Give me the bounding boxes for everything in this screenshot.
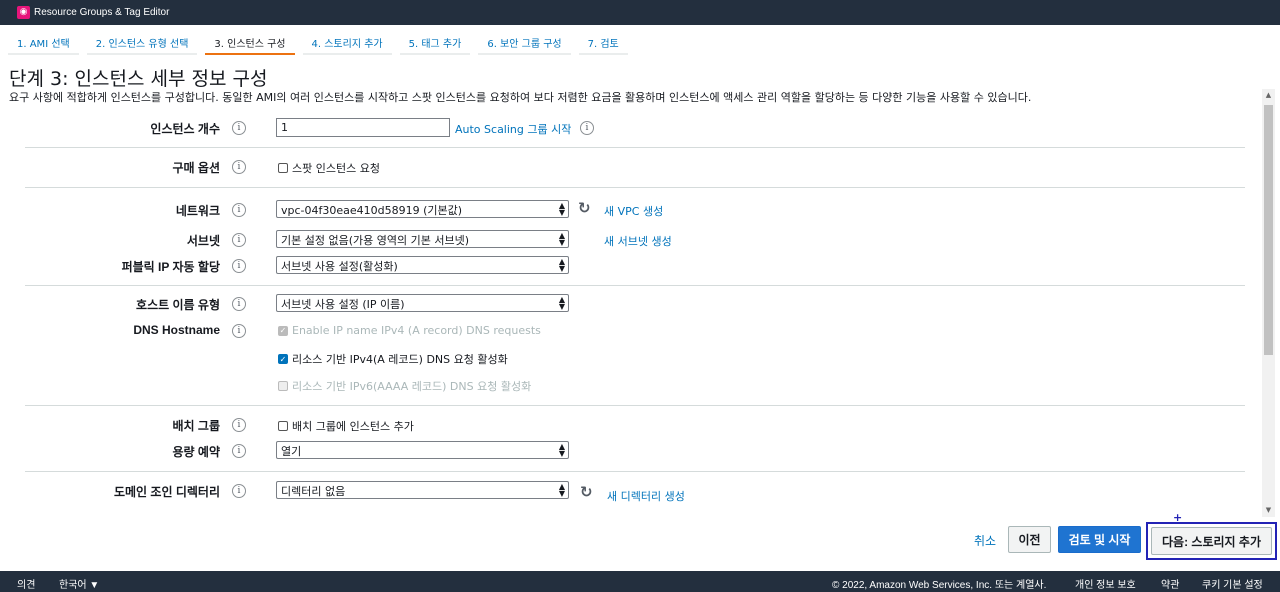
resource-ipv4-checkbox[interactable]: ✓ 리소스 기반 IPv4(A 레코드) DNS 요청 활성화 <box>278 351 508 367</box>
step-security-group[interactable]: 6. 보안 그룹 구성 <box>478 29 571 55</box>
footer: 의견 한국어 ▼ © 2022, Amazon Web Services, In… <box>0 571 1280 592</box>
step-add-storage[interactable]: 4. 스토리지 추가 <box>302 29 392 55</box>
info-icon[interactable]: i <box>232 484 246 498</box>
select-caret-icon: ▲ ▼ <box>558 442 565 458</box>
previous-button[interactable]: 이전 <box>1008 526 1051 553</box>
domain-join-label: 도메인 조인 디렉터리 <box>113 485 220 499</box>
scrollbar[interactable]: ▲ ▼ <box>1262 89 1275 517</box>
select-caret-icon: ▲ ▼ <box>558 201 565 217</box>
resource-ipv6-checkbox: 리소스 기반 IPv6(AAAA 레코드) DNS 요청 활성화 <box>278 378 531 394</box>
step-review[interactable]: 7. 검토 <box>578 29 628 55</box>
public-ip-select[interactable]: 서브넷 사용 설정(활성화) ▲ ▼ <box>276 256 569 274</box>
row-capacity-reservation: 용량 예약 i 열기 ▲ ▼ <box>0 440 1262 462</box>
auto-scaling-link[interactable]: Auto Scaling 그룹 시작 <box>455 121 571 137</box>
info-icon[interactable]: i <box>232 324 246 338</box>
capacity-reservation-select[interactable]: 열기 ▲ ▼ <box>276 441 569 459</box>
network-select[interactable]: vpc-04f30eae410d58919 (기본값) ▲ ▼ <box>276 200 569 218</box>
info-icon[interactable]: i <box>232 444 246 458</box>
info-icon[interactable]: i <box>232 160 246 174</box>
hostname-type-select[interactable]: 서브넷 사용 설정 (IP 이름) ▲ ▼ <box>276 294 569 312</box>
feedback-link[interactable]: 의견 <box>17 576 35 591</box>
form-area: 인스턴스 개수 i 1 Auto Scaling 그룹 시작 i 구매 옵션 i… <box>0 104 1262 518</box>
info-icon[interactable]: i <box>232 233 246 247</box>
next-add-storage-button[interactable]: 다음: 스토리지 추가 <box>1151 527 1272 555</box>
scroll-up-icon[interactable]: ▲ <box>1262 89 1275 102</box>
info-icon[interactable]: i <box>580 121 594 135</box>
subnet-select[interactable]: 기본 설정 없음(가용 영역의 기본 서브넷) ▲ ▼ <box>276 230 569 248</box>
wizard-actions: 취소 이전 검토 및 시작 다음: 스토리지 추가 + <box>0 511 1280 562</box>
copyright: © 2022, Amazon Web Services, Inc. 또는 계열사… <box>832 580 1047 591</box>
divider <box>25 285 1245 286</box>
info-icon[interactable]: i <box>232 297 246 311</box>
capacity-reservation-label: 용량 예약 <box>172 445 221 459</box>
next-button-highlight: 다음: 스토리지 추가 <box>1146 522 1277 560</box>
row-placement-group: 배치 그룹 i 배치 그룹에 인스턴스 추가 <box>0 414 1262 436</box>
select-caret-icon: ▲ ▼ <box>558 295 565 311</box>
divider <box>25 405 1245 406</box>
row-purchase-option: 구매 옵션 i 스팟 인스턴스 요청 <box>0 156 1262 178</box>
row-network: 네트워크 i vpc-04f30eae410d58919 (기본값) ▲ ▼ ↻ … <box>0 199 1262 221</box>
divider <box>25 187 1245 188</box>
placement-group-checkbox[interactable]: 배치 그룹에 인스턴스 추가 <box>278 418 414 434</box>
step-ami[interactable]: 1. AMI 선택 <box>8 29 79 55</box>
ip-name-ipv4-checkbox: ✓ Enable IP name IPv4 (A record) DNS req… <box>278 324 541 337</box>
row-domain-join: 도메인 조인 디렉터리 i 디렉터리 없음 ▲ ▼ ↻ 새 디렉터리 생성 <box>0 480 1262 504</box>
resource-groups-icon: ◉ <box>17 6 30 19</box>
dns-hostname-label: DNS Hostname <box>133 323 220 337</box>
network-label: 네트워크 <box>175 204 220 218</box>
row-subnet: 서브넷 i 기본 설정 없음(가용 영역의 기본 서브넷) ▲ ▼ 새 서브넷 생… <box>0 229 1262 251</box>
row-dns-hostname: DNS Hostname i ✓ Enable IP name IPv4 (A … <box>0 320 1262 342</box>
row-public-ip: 퍼블릭 IP 자동 할당 i 서브넷 사용 설정(활성화) ▲ ▼ <box>0 255 1262 277</box>
terms-link[interactable]: 약관 <box>1161 576 1179 591</box>
divider <box>25 471 1245 472</box>
purchase-option-label: 구매 옵션 <box>172 161 221 175</box>
select-caret-icon: ▲ ▼ <box>558 231 565 247</box>
page-description: 요구 사항에 적합하게 인스턴스를 구성합니다. 동일한 AMI의 여러 인스턴… <box>9 91 1032 104</box>
info-icon[interactable]: i <box>232 259 246 273</box>
select-caret-icon: ▲ ▼ <box>558 482 565 498</box>
language-selector[interactable]: 한국어 ▼ <box>59 576 99 591</box>
app-title: Resource Groups & Tag Editor <box>34 7 170 18</box>
domain-join-select[interactable]: 디렉터리 없음 ▲ ▼ <box>276 481 569 499</box>
public-ip-label: 퍼블릭 IP 자동 할당 <box>121 260 220 274</box>
cursor-crosshair-icon: + <box>1173 511 1183 524</box>
step-configure-instance[interactable]: 3. 인스턴스 구성 <box>205 29 295 55</box>
step-add-tags[interactable]: 5. 태그 추가 <box>399 29 471 55</box>
refresh-icon[interactable]: ↻ <box>580 483 593 501</box>
wizard-steps: 1. AMI 선택 2. 인스턴스 유형 선택 3. 인스턴스 구성 4. 스토… <box>8 29 636 55</box>
cookie-preferences-link[interactable]: 쿠키 기본 설정 <box>1202 576 1263 591</box>
info-icon[interactable]: i <box>232 203 246 217</box>
checkbox-box[interactable] <box>278 163 288 173</box>
scroll-down-icon[interactable]: ▼ <box>1262 504 1275 517</box>
info-icon[interactable]: i <box>232 418 246 432</box>
create-vpc-link[interactable]: 새 VPC 생성 <box>604 203 663 219</box>
review-and-launch-button[interactable]: 검토 및 시작 <box>1058 526 1141 553</box>
checkbox-box[interactable] <box>278 421 288 431</box>
spot-request-checkbox[interactable]: 스팟 인스턴스 요청 <box>278 160 380 176</box>
row-hostname-type: 호스트 이름 유형 i 서브넷 사용 설정 (IP 이름) ▲ ▼ <box>0 293 1262 315</box>
instance-count-label: 인스턴스 개수 <box>150 122 220 136</box>
placement-group-label: 배치 그룹 <box>172 419 221 433</box>
refresh-icon[interactable]: ↻ <box>578 199 591 217</box>
instance-count-input[interactable]: 1 <box>276 118 450 137</box>
top-bar: ◉ Resource Groups & Tag Editor <box>0 0 1280 25</box>
checkbox-box[interactable]: ✓ <box>278 354 288 364</box>
page-title: 단계 3: 인스턴스 세부 정보 구성 <box>9 68 268 90</box>
checkbox-box: ✓ <box>278 325 288 336</box>
privacy-link[interactable]: 개인 정보 보호 <box>1075 576 1136 591</box>
step-instance-type[interactable]: 2. 인스턴스 유형 선택 <box>86 29 198 55</box>
row-instance-count: 인스턴스 개수 i 1 Auto Scaling 그룹 시작 i <box>0 117 1262 139</box>
create-directory-link[interactable]: 새 디렉터리 생성 <box>607 488 685 504</box>
row-dns-ipv6: 리소스 기반 IPv6(AAAA 레코드) DNS 요청 활성화 <box>0 374 1262 396</box>
scroll-thumb[interactable] <box>1264 105 1273 355</box>
info-icon[interactable]: i <box>232 121 246 135</box>
cancel-button[interactable]: 취소 <box>974 532 996 549</box>
divider <box>25 147 1245 148</box>
row-dns-ipv4: ✓ 리소스 기반 IPv4(A 레코드) DNS 요청 활성화 <box>0 347 1262 369</box>
hostname-type-label: 호스트 이름 유형 <box>136 298 220 312</box>
checkbox-box <box>278 381 288 391</box>
select-caret-icon: ▲ ▼ <box>558 257 565 273</box>
subnet-label: 서브넷 <box>186 234 220 248</box>
create-subnet-link[interactable]: 새 서브넷 생성 <box>604 233 672 249</box>
